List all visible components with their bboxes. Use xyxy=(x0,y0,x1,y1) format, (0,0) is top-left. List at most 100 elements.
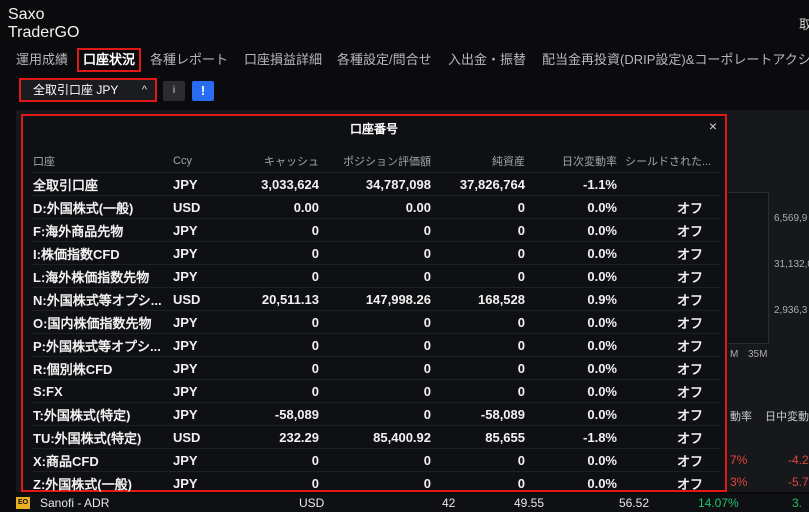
net-assets: 0 xyxy=(431,195,525,219)
position-value: 0 xyxy=(319,379,431,403)
daily-change: 0.0% xyxy=(525,356,617,380)
position-value: 0 xyxy=(319,264,431,288)
account-name: N:外国株式等オプシ... xyxy=(31,287,173,311)
shielded-status: オフ xyxy=(617,379,721,403)
table-row[interactable]: T:外国株式(特定) JPY -58,089 0 -58,089 0.0% オフ xyxy=(31,402,721,426)
shielded-status: オフ xyxy=(617,356,721,380)
cash: 3,033,624 xyxy=(233,172,319,196)
cash: 0.00 xyxy=(233,195,319,219)
account-name: D:外国株式(一般) xyxy=(31,195,173,219)
table-row[interactable]: F:海外商品先物 JPY 0 0 0 0.0% オフ xyxy=(31,218,721,242)
background-red-value: 7% xyxy=(730,453,748,467)
account-table-body: 全取引口座 JPY 3,033,624 34,787,098 37,826,764 -1.… xyxy=(31,172,721,494)
daily-change: 0.0% xyxy=(525,379,617,403)
info-button[interactable]: i xyxy=(163,81,185,101)
currency: JPY xyxy=(173,379,233,403)
position-value: 85,400.92 xyxy=(319,425,431,449)
table-row[interactable]: O:国内株価指数先物 JPY 0 0 0 0.0% オフ xyxy=(31,310,721,334)
col-header-daily-change[interactable]: 日次変動率 xyxy=(525,150,617,173)
tab-reports[interactable]: 各種レポート xyxy=(150,48,228,72)
table-row[interactable]: Z:外国株式(一般) JPY 0 0 0 0.0% オフ xyxy=(31,471,721,494)
table-row[interactable]: S:FX JPY 0 0 0 0.0% オフ xyxy=(31,379,721,403)
position-value: 0 xyxy=(319,471,431,494)
net-assets: 168,528 xyxy=(431,287,525,311)
shielded-status: オフ xyxy=(617,425,721,449)
daily-change: 0.0% xyxy=(525,264,617,288)
cash: 0 xyxy=(233,264,319,288)
account-name: L:海外株価指数先物 xyxy=(31,264,173,288)
background-axis-label: 35M xyxy=(748,349,768,360)
tab-deposit-withdraw[interactable]: 入出金・振替 xyxy=(448,48,526,72)
table-row[interactable]: I:株価指数CFD JPY 0 0 0 0.0% オフ xyxy=(31,241,721,265)
net-assets: 0 xyxy=(431,264,525,288)
tab-performance[interactable]: 運用成績 xyxy=(16,48,68,72)
account-name: TU:外国株式(特定) xyxy=(31,425,173,449)
table-row[interactable]: X:商品CFD JPY 0 0 0 0.0% オフ xyxy=(31,448,721,472)
col-header-cash[interactable]: キャッシュ xyxy=(233,150,319,173)
shielded-status: オフ xyxy=(617,448,721,472)
tab-pl-details[interactable]: 口座損益詳細 xyxy=(244,48,322,72)
account-name: R:個別株CFD xyxy=(31,356,173,380)
daily-change: 0.9% xyxy=(525,287,617,311)
background-position-row[interactable]: EO Sanofi - ADR USD 42 49.55 56.52 14.07… xyxy=(16,494,809,512)
alert-button[interactable]: ! xyxy=(192,81,214,101)
background-chart-value: 2,936,3 xyxy=(774,305,808,316)
header-corner-text: 取 xyxy=(799,17,809,32)
col-header-net-assets[interactable]: 純資産 xyxy=(431,150,525,173)
col-header-position-value[interactable]: ポジション評価額 xyxy=(319,150,431,173)
table-row[interactable]: N:外国株式等オプシ... USD 20,511.13 147,998.26 168,5… xyxy=(31,287,721,311)
table-row[interactable]: D:外国株式(一般) USD 0.00 0.00 0 0.0% オフ xyxy=(31,195,721,219)
net-assets: 0 xyxy=(431,356,525,380)
net-assets: 85,655 xyxy=(431,425,525,449)
cash: 0 xyxy=(233,310,319,334)
position-extra: 3. xyxy=(792,496,803,510)
app-title-line1: Saxo xyxy=(8,6,45,23)
tab-account-status[interactable]: 口座状況 xyxy=(77,48,142,72)
col-header-account[interactable]: 口座 xyxy=(31,150,173,173)
background-red-value: -4.2 xyxy=(788,453,809,467)
position-value: 56.52 xyxy=(619,496,650,510)
shielded-status: オフ xyxy=(617,218,721,242)
table-row[interactable]: R:個別株CFD JPY 0 0 0 0.0% オフ xyxy=(31,356,721,380)
currency: JPY xyxy=(173,448,233,472)
table-row[interactable]: TU:外国株式(特定) USD 232.29 85,400.92 85,655 -1.8%… xyxy=(31,425,721,449)
tab-settings-inquiry[interactable]: 各種設定/問合せ xyxy=(337,48,432,72)
account-breakdown-modal: 口座番号 × 口座 Ccy キャッシュ ポジション評価額 純資産 日次変動率 シ… xyxy=(21,114,727,494)
background-chart xyxy=(728,192,769,344)
background-chart-value: 6,569,9 xyxy=(774,213,808,224)
shielded-status: オフ xyxy=(617,402,721,426)
account-name: O:国内株価指数先物 xyxy=(31,310,173,334)
net-assets: 0 xyxy=(431,241,525,265)
currency: JPY xyxy=(173,471,233,494)
currency: JPY xyxy=(173,218,233,242)
cash: -58,089 xyxy=(233,402,319,426)
daily-change: 0.0% xyxy=(525,310,617,334)
table-row[interactable]: L:海外株価指数先物 JPY 0 0 0 0.0% オフ xyxy=(31,264,721,288)
close-icon[interactable]: × xyxy=(709,118,717,134)
position-name: Sanofi - ADR xyxy=(40,496,110,510)
currency: JPY xyxy=(173,402,233,426)
daily-change: 0.0% xyxy=(525,471,617,494)
shielded-status: オフ xyxy=(617,195,721,219)
col-header-shielded[interactable]: シールドされた... xyxy=(617,150,721,173)
shielded-status xyxy=(617,172,721,196)
daily-change: 0.0% xyxy=(525,448,617,472)
daily-change: 0.0% xyxy=(525,402,617,426)
cash: 232.29 xyxy=(233,425,319,449)
daily-change: -1.8% xyxy=(525,425,617,449)
currency: JPY xyxy=(173,310,233,334)
net-assets: 0 xyxy=(431,333,525,357)
account-name: Z:外国株式(一般) xyxy=(31,471,173,494)
shielded-status: オフ xyxy=(617,287,721,311)
table-row[interactable]: P:外国株式等オプシ... JPY 0 0 0 0.0% オフ xyxy=(31,333,721,357)
background-axis-prefix: M xyxy=(730,349,739,360)
tab-drip-corporate-action[interactable]: 配当金再投資(DRIP設定)&コーポレートアクション xyxy=(542,48,809,72)
account-selector[interactable]: 全取引口座 JPY ^ xyxy=(19,78,157,102)
shielded-status: オフ xyxy=(617,241,721,265)
table-row[interactable]: 全取引口座 JPY 3,033,624 34,787,098 37,826,764 -1.… xyxy=(31,172,721,196)
daily-change: 0.0% xyxy=(525,333,617,357)
background-col-header: 動率 xyxy=(730,411,752,423)
col-header-ccy[interactable]: Ccy xyxy=(173,150,233,173)
net-assets: 0 xyxy=(431,218,525,242)
table-header-row: 口座 Ccy キャッシュ ポジション評価額 純資産 日次変動率 シールドされた.… xyxy=(31,150,721,173)
